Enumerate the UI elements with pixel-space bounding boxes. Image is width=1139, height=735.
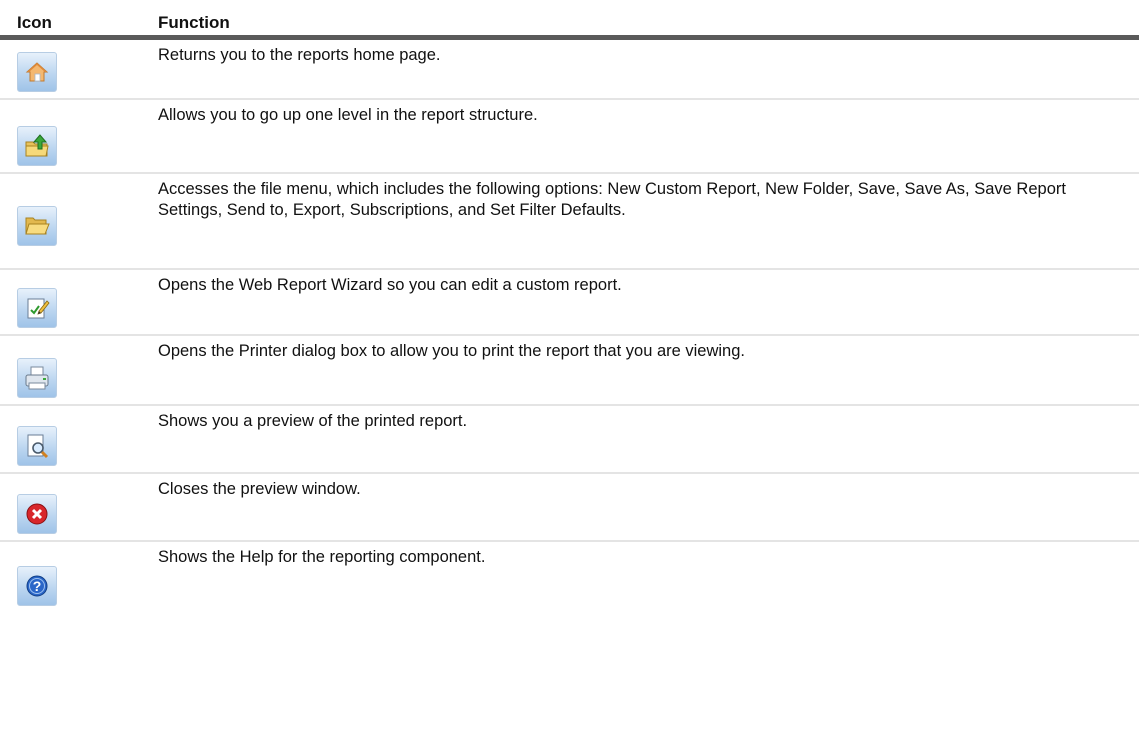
table-row: Allows you to go up one level in the rep…: [0, 100, 1139, 174]
folder-up-icon: [17, 126, 57, 166]
edit-report-icon: [17, 288, 57, 328]
table-row: Shows you a preview of the printed repor…: [0, 406, 1139, 474]
row-description: Opens the Printer dialog box to allow yo…: [158, 342, 745, 360]
print-preview-icon: [17, 426, 57, 466]
row-description: Opens the Web Report Wizard so you can e…: [158, 276, 622, 294]
table-row: Closes the preview window.: [0, 474, 1139, 542]
table-header: Icon Function: [0, 0, 1139, 40]
header-icon: Icon: [17, 13, 52, 32]
row-description: Closes the preview window.: [158, 480, 361, 498]
home-icon: [17, 52, 57, 92]
header-function: Function: [158, 13, 230, 32]
row-description: Returns you to the reports home page.: [158, 46, 441, 64]
row-description: Accesses the file menu, which includes t…: [158, 180, 1066, 219]
help-icon: ?: [17, 566, 57, 606]
close-icon: [17, 494, 57, 534]
table-row: ? Shows the Help for the reporting compo…: [0, 542, 1139, 608]
open-folder-icon: [17, 206, 57, 246]
row-description: Allows you to go up one level in the rep…: [158, 106, 538, 124]
table-row: Returns you to the reports home page.: [0, 40, 1139, 100]
table-row: Accesses the file menu, which includes t…: [0, 174, 1139, 270]
row-description: Shows you a preview of the printed repor…: [158, 412, 468, 430]
icon-function-table: Icon Function Returns you to the reports…: [0, 0, 1139, 608]
table-row: Opens the Printer dialog box to allow yo…: [0, 336, 1139, 406]
printer-icon: [17, 358, 57, 398]
row-description: Shows the Help for the reporting compone…: [158, 548, 486, 566]
svg-text:?: ?: [33, 578, 42, 594]
table-row: Opens the Web Report Wizard so you can e…: [0, 270, 1139, 336]
